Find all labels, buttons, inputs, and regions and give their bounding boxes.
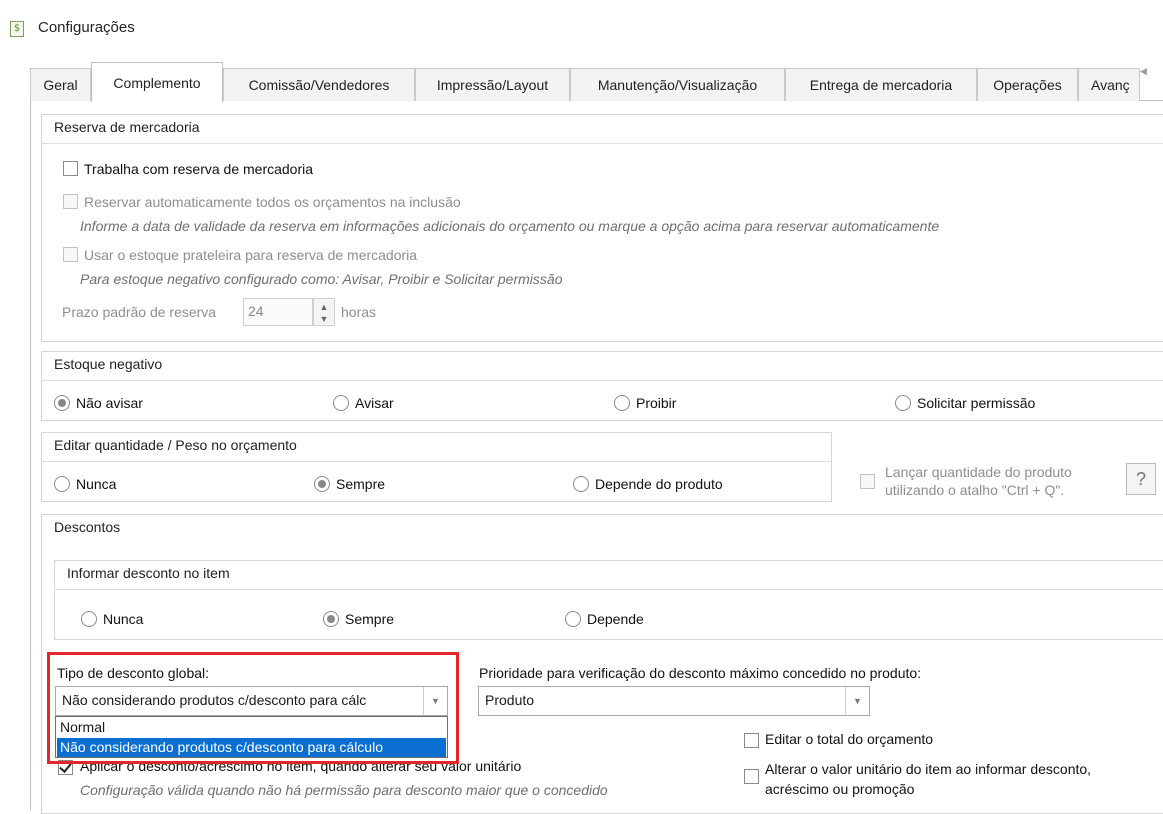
editar-label-depende: Depende do produto [595, 476, 723, 492]
estoque-label-nao-avisar: Não avisar [76, 395, 143, 411]
alterar-valor-checkbox[interactable] [744, 769, 759, 784]
editar-total-checkbox[interactable] [744, 733, 759, 748]
usar-estoque-checkbox[interactable] [63, 247, 78, 262]
tab-comissao-vendedores[interactable]: Comissão/Vendedores [223, 68, 415, 101]
reservar-auto-checkbox[interactable] [63, 194, 78, 209]
trabalha-reserva-label: Trabalha com reserva de mercadoria [84, 161, 314, 177]
lancar-qtd-checkbox[interactable] [860, 474, 875, 489]
divider [42, 461, 831, 462]
informar-radio-nunca[interactable] [81, 611, 97, 627]
informar-radio-sempre[interactable] [323, 611, 339, 627]
tipo-desconto-dropdown: Normal Não considerando produtos c/desco… [55, 716, 448, 758]
editar-label-nunca: Nunca [76, 476, 117, 492]
editar-qtd-title: Editar quantidade / Peso no orçamento [54, 437, 297, 453]
tab-strip: Geral Complemento Comissão/Vendedores Im… [30, 62, 1163, 102]
tab-entrega-mercadoria[interactable]: Entrega de mercadoria [785, 68, 977, 101]
informar-label-nunca: Nunca [103, 611, 144, 627]
divider [55, 589, 1163, 590]
prazo-spinner-icon[interactable]: ▲ ▼ [313, 298, 335, 326]
chevron-down-icon[interactable]: ▼ [845, 687, 869, 715]
informar-desconto-group: Informar desconto no item [54, 560, 1163, 640]
editar-total-label: Editar o total do orçamento [765, 731, 934, 747]
dropdown-option-nao-considerando[interactable]: Não considerando produtos c/desconto par… [57, 738, 446, 757]
divider [42, 143, 1163, 144]
dropdown-option-normal[interactable]: Normal [57, 718, 446, 737]
editar-radio-depende[interactable] [573, 476, 589, 492]
estoque-label-avisar: Avisar [355, 395, 394, 411]
alterar-valor-label-1: Alterar o valor unitário do item ao info… [765, 761, 1092, 777]
estoque-radio-nao-avisar[interactable] [54, 395, 70, 411]
window-title: Configurações [38, 19, 135, 36]
descontos-title: Descontos [54, 519, 121, 535]
reservar-auto-label: Reservar automaticamente todos os orçame… [84, 194, 461, 210]
informar-label-sempre: Sempre [345, 611, 395, 627]
estoque-radio-proibir[interactable] [614, 395, 630, 411]
tab-complemento[interactable]: Complemento [91, 62, 223, 102]
informar-desconto-title: Informar desconto no item [67, 565, 230, 581]
alterar-valor-label-2: acréscimo ou promoção [765, 781, 915, 797]
lancar-qtd-label-2: utilizando o atalho "Ctrl + Q". [885, 482, 1065, 498]
estoque-radio-solicitar[interactable] [895, 395, 911, 411]
lancar-qtd-label-1: Lançar quantidade do produto [885, 464, 1072, 480]
tab-geral[interactable]: Geral [30, 68, 91, 101]
divider [42, 380, 1163, 381]
reserva-title: Reserva de mercadoria [54, 119, 200, 135]
informar-label-depende: Depende [587, 611, 644, 627]
tab-impressao-layout[interactable]: Impressão/Layout [415, 68, 570, 101]
prazo-input[interactable]: 24 [243, 298, 313, 326]
informar-radio-depende[interactable] [565, 611, 581, 627]
prioridade-label: Prioridade para verificação do desconto … [479, 665, 922, 681]
estoque-label-proibir: Proibir [636, 395, 677, 411]
tab-operacoes[interactable]: Operações [977, 68, 1078, 101]
estoque-label-solicitar: Solicitar permissão [917, 395, 1036, 411]
dollar-doc-icon: $ [10, 21, 24, 37]
prazo-unit: horas [341, 304, 377, 320]
estoque-radio-avisar[interactable] [333, 395, 349, 411]
prioridade-combo[interactable]: Produto ▼ [478, 686, 870, 716]
help-button[interactable]: ? [1126, 463, 1156, 495]
aplicar-note: Configuração válida quando não há permis… [80, 782, 608, 798]
tab-scroll-left-icon[interactable]: ◀ [1140, 66, 1147, 77]
usar-estoque-label: Usar o estoque prateleira para reserva d… [84, 247, 418, 263]
estoque-note: Para estoque negativo configurado como: … [80, 271, 563, 287]
reserva-note: Informe a data de validade da reserva em… [80, 218, 940, 234]
editar-radio-sempre[interactable] [314, 476, 330, 492]
estoque-title: Estoque negativo [54, 356, 163, 372]
editar-label-sempre: Sempre [336, 476, 386, 492]
tab-avancado[interactable]: Avanç [1078, 68, 1140, 101]
title-bar [0, 0, 1163, 52]
editar-radio-nunca[interactable] [54, 476, 70, 492]
prazo-label: Prazo padrão de reserva [62, 304, 217, 320]
trabalha-reserva-checkbox[interactable] [63, 161, 78, 176]
prioridade-value: Produto [485, 692, 535, 708]
tab-manutencao-visualizacao[interactable]: Manutenção/Visualização [570, 68, 785, 101]
